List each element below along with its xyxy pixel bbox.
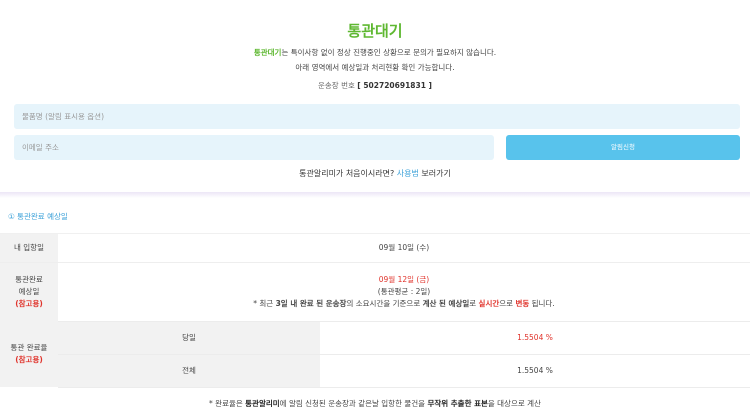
expected-date: 09월 12일 (금) xyxy=(378,275,430,284)
first-time-guide: 통관알리미가 처음이시라면? 사용법 보러가기 xyxy=(0,168,750,179)
status-description-rest: 는 특이사항 없이 정상 진행중인 상황으로 문의가 필요하지 않습니다. xyxy=(281,48,497,57)
expected-label: 통관완료 예상일 (참고용) xyxy=(0,263,58,321)
usage-guide-link[interactable]: 사용법 xyxy=(397,169,419,178)
expected-value: 09월 12일 (금) (통관평균 : 2일) * 최근 3일 내 완료 된 운… xyxy=(58,263,750,321)
product-name-input[interactable] xyxy=(14,104,740,129)
tracking-label: 운송장 번호 xyxy=(318,81,355,90)
completion-rate-ref: (참고용) xyxy=(15,355,43,364)
arrival-value: 09월 10일 (수) xyxy=(378,243,430,252)
tracking-number: 운송장 번호 [ 502720691831 ] xyxy=(0,80,750,91)
notice-panel: 통관대기 통관대기는 특이사항 없이 정상 진행중인 상황으로 문의가 필요하지… xyxy=(0,0,750,192)
section-title-expected: ① 통관완료 예상일 xyxy=(8,212,68,221)
total-label: 전체 xyxy=(58,355,320,387)
expected-average: (통관평균 : 2일) xyxy=(377,287,431,296)
expected-label-line2: 예상일 xyxy=(18,287,40,296)
status-description-2: 아래 영역에서 예상일과 처리현황 확인 가능합니다. xyxy=(295,63,455,72)
total-rate-value: 1.5504 % xyxy=(320,355,750,387)
today-label: 당일 xyxy=(58,322,320,354)
completion-rate-label-line1: 통관 완료율 xyxy=(10,343,48,352)
status-description: 통관대기는 특이사항 없이 정상 진행중인 상황으로 문의가 필요하지 않습니다… xyxy=(0,47,750,58)
arrival-label: 내 입항일 xyxy=(0,234,58,262)
today-rate-value: 1.5504 % xyxy=(320,322,750,354)
completion-rate-footnote: * 완료율은 통관알리미에 알림 신청된 운송장과 같은날 입항한 물건을 무작… xyxy=(209,399,541,407)
completion-rate-label: 통관 완료율 (참고용) xyxy=(0,321,58,387)
email-input[interactable] xyxy=(14,135,494,160)
completion-rate-row: 통관 완료율 (참고용) 당일 1.5504 % 전체 1.5504 % xyxy=(0,321,750,388)
expected-row: 통관완료 예상일 (참고용) 09월 12일 (금) (통관평균 : 2일) *… xyxy=(0,262,750,321)
status-highlight: 통관대기 xyxy=(253,48,282,57)
divider xyxy=(0,192,750,198)
first-time-suffix: 보러가기 xyxy=(421,169,451,178)
first-time-prefix: 통관알리미가 처음이시라면? xyxy=(299,169,395,178)
expected-label-ref: (참고용) xyxy=(15,299,43,308)
expected-label-line1: 통관완료 xyxy=(15,275,43,284)
arrival-row: 내 입항일 09월 10일 (수) xyxy=(0,233,750,262)
row-divider xyxy=(58,387,750,388)
subscribe-alert-button[interactable]: 알림신청 xyxy=(506,135,740,160)
tracking-value: [ 502720691831 ] xyxy=(357,81,432,90)
expected-note: * 최근 3일 내 완료 된 운송장의 소요시간을 기준으로 계산 된 예상일로… xyxy=(253,299,555,308)
page-title: 통관대기 xyxy=(347,22,403,40)
